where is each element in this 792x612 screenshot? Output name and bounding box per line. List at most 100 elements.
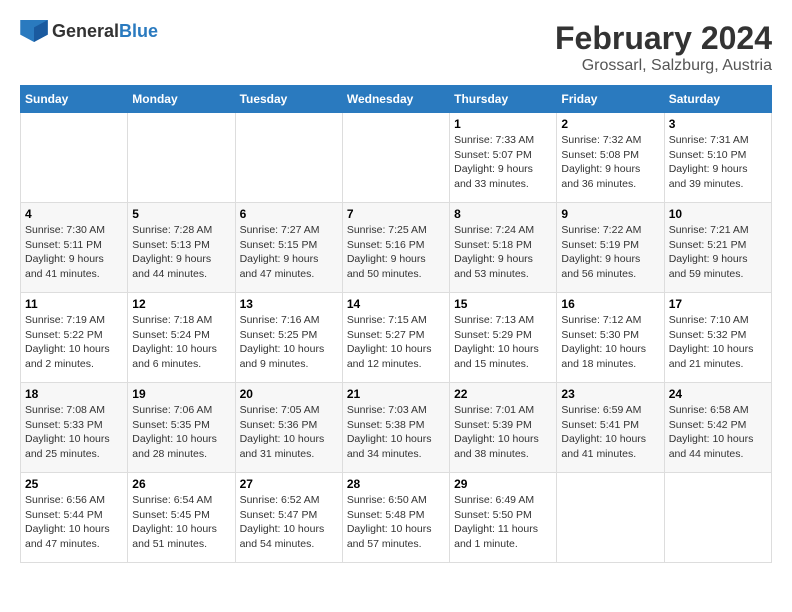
calendar-day-cell (664, 473, 771, 563)
day-number: 11 (25, 297, 123, 311)
day-number: 1 (454, 117, 552, 131)
calendar-week-row: 1 Sunrise: 7:33 AM Sunset: 5:07 PM Daylig… (21, 113, 772, 203)
day-number: 24 (669, 387, 767, 401)
header-saturday: Saturday (664, 86, 771, 113)
day-info: Sunrise: 6:59 AM Sunset: 5:41 PM Dayligh… (561, 403, 659, 462)
page-header: General Blue February 2024 Grossarl, Sal… (20, 20, 772, 75)
calendar-day-cell: 12 Sunrise: 7:18 AM Sunset: 5:24 PM Dayli… (128, 293, 235, 383)
day-number: 27 (240, 477, 338, 491)
day-number: 17 (669, 297, 767, 311)
calendar-day-cell: 26 Sunrise: 6:54 AM Sunset: 5:45 PM Dayli… (128, 473, 235, 563)
header-wednesday: Wednesday (342, 86, 449, 113)
calendar-day-cell: 24 Sunrise: 6:58 AM Sunset: 5:42 PM Dayli… (664, 383, 771, 473)
calendar-day-cell: 27Sunrise: 6:52 AM Sunset: 5:47 PM Dayli… (235, 473, 342, 563)
day-number: 9 (561, 207, 659, 221)
calendar-day-cell: 5Sunrise: 7:28 AM Sunset: 5:13 PM Daylig… (128, 203, 235, 293)
day-number: 29 (454, 477, 552, 491)
calendar-day-cell: 19 Sunrise: 7:06 AM Sunset: 5:35 PM Dayli… (128, 383, 235, 473)
day-info: Sunrise: 7:18 AM Sunset: 5:24 PM Dayligh… (132, 313, 230, 372)
day-info: Sunrise: 7:05 AM Sunset: 5:36 PM Dayligh… (240, 403, 338, 462)
calendar-day-cell: 18Sunrise: 7:08 AM Sunset: 5:33 PM Dayli… (21, 383, 128, 473)
day-number: 4 (25, 207, 123, 221)
calendar-day-cell (128, 113, 235, 203)
day-number: 28 (347, 477, 445, 491)
calendar-day-cell (235, 113, 342, 203)
day-number: 7 (347, 207, 445, 221)
day-info: Sunrise: 7:24 AM Sunset: 5:18 PM Dayligh… (454, 223, 552, 282)
header-friday: Friday (557, 86, 664, 113)
calendar-day-cell (342, 113, 449, 203)
calendar-day-cell: 29 Sunrise: 6:49 AM Sunset: 5:50 PM Dayli… (450, 473, 557, 563)
calendar-body: 1 Sunrise: 7:33 AM Sunset: 5:07 PM Daylig… (21, 113, 772, 563)
calendar-day-cell: 25Sunrise: 6:56 AM Sunset: 5:44 PM Dayli… (21, 473, 128, 563)
day-info: Sunrise: 7:25 AM Sunset: 5:16 PM Dayligh… (347, 223, 445, 282)
day-number: 14 (347, 297, 445, 311)
calendar-day-cell: 7 Sunrise: 7:25 AM Sunset: 5:16 PM Daylig… (342, 203, 449, 293)
calendar-day-cell: 2 Sunrise: 7:32 AM Sunset: 5:08 PM Daylig… (557, 113, 664, 203)
calendar-day-cell: 8 Sunrise: 7:24 AM Sunset: 5:18 PM Daylig… (450, 203, 557, 293)
header-tuesday: Tuesday (235, 86, 342, 113)
logo-icon (20, 20, 48, 42)
day-info: Sunrise: 7:31 AM Sunset: 5:10 PM Dayligh… (669, 133, 767, 192)
calendar-day-cell: 1 Sunrise: 7:33 AM Sunset: 5:07 PM Daylig… (450, 113, 557, 203)
calendar-day-cell: 20 Sunrise: 7:05 AM Sunset: 5:36 PM Dayli… (235, 383, 342, 473)
calendar-day-cell: 23 Sunrise: 6:59 AM Sunset: 5:41 PM Dayli… (557, 383, 664, 473)
day-info: Sunrise: 7:12 AM Sunset: 5:30 PM Dayligh… (561, 313, 659, 372)
day-info: Sunrise: 7:13 AM Sunset: 5:29 PM Dayligh… (454, 313, 552, 372)
day-number: 12 (132, 297, 230, 311)
day-info: Sunrise: 6:50 AM Sunset: 5:48 PM Dayligh… (347, 493, 445, 552)
header-sunday: Sunday (21, 86, 128, 113)
calendar-subtitle: Grossarl, Salzburg, Austria (555, 57, 772, 75)
day-number: 13 (240, 297, 338, 311)
calendar-day-cell (557, 473, 664, 563)
calendar-day-cell: 6Sunrise: 7:27 AM Sunset: 5:15 PM Daylig… (235, 203, 342, 293)
day-info: Sunrise: 7:10 AM Sunset: 5:32 PM Dayligh… (669, 313, 767, 372)
day-number: 19 (132, 387, 230, 401)
day-info: Sunrise: 7:16 AM Sunset: 5:25 PM Dayligh… (240, 313, 338, 372)
day-number: 26 (132, 477, 230, 491)
calendar-day-cell: 16 Sunrise: 7:12 AM Sunset: 5:30 PM Dayli… (557, 293, 664, 383)
day-number: 22 (454, 387, 552, 401)
calendar-day-cell: 28 Sunrise: 6:50 AM Sunset: 5:48 PM Dayli… (342, 473, 449, 563)
calendar-day-cell (21, 113, 128, 203)
day-info: Sunrise: 7:33 AM Sunset: 5:07 PM Dayligh… (454, 133, 552, 192)
calendar-week-row: 25Sunrise: 6:56 AM Sunset: 5:44 PM Dayli… (21, 473, 772, 563)
header-monday: Monday (128, 86, 235, 113)
title-area: February 2024 Grossarl, Salzburg, Austri… (555, 20, 772, 75)
day-info: Sunrise: 7:22 AM Sunset: 5:19 PM Dayligh… (561, 223, 659, 282)
day-info: Sunrise: 7:01 AM Sunset: 5:39 PM Dayligh… (454, 403, 552, 462)
calendar-day-cell: 21Sunrise: 7:03 AM Sunset: 5:38 PM Dayli… (342, 383, 449, 473)
day-info: Sunrise: 7:15 AM Sunset: 5:27 PM Dayligh… (347, 313, 445, 372)
logo: General Blue (20, 20, 158, 42)
calendar-week-row: 4Sunrise: 7:30 AM Sunset: 5:11 PM Daylig… (21, 203, 772, 293)
calendar-table: Sunday Monday Tuesday Wednesday Thursday… (20, 85, 772, 563)
day-number: 10 (669, 207, 767, 221)
day-info: Sunrise: 7:06 AM Sunset: 5:35 PM Dayligh… (132, 403, 230, 462)
day-number: 3 (669, 117, 767, 131)
calendar-day-cell: 4Sunrise: 7:30 AM Sunset: 5:11 PM Daylig… (21, 203, 128, 293)
day-number: 2 (561, 117, 659, 131)
calendar-day-cell: 14 Sunrise: 7:15 AM Sunset: 5:27 PM Dayli… (342, 293, 449, 383)
day-info: Sunrise: 6:58 AM Sunset: 5:42 PM Dayligh… (669, 403, 767, 462)
day-number: 16 (561, 297, 659, 311)
calendar-week-row: 18Sunrise: 7:08 AM Sunset: 5:33 PM Dayli… (21, 383, 772, 473)
day-info: Sunrise: 7:21 AM Sunset: 5:21 PM Dayligh… (669, 223, 767, 282)
day-number: 8 (454, 207, 552, 221)
day-info: Sunrise: 6:54 AM Sunset: 5:45 PM Dayligh… (132, 493, 230, 552)
day-number: 21 (347, 387, 445, 401)
logo-blue-text: Blue (119, 21, 158, 42)
day-number: 23 (561, 387, 659, 401)
logo-general-text: General (52, 21, 119, 42)
calendar-day-cell: 13 Sunrise: 7:16 AM Sunset: 5:25 PM Dayli… (235, 293, 342, 383)
calendar-week-row: 11Sunrise: 7:19 AM Sunset: 5:22 PM Dayli… (21, 293, 772, 383)
calendar-day-cell: 15Sunrise: 7:13 AM Sunset: 5:29 PM Dayli… (450, 293, 557, 383)
calendar-title: February 2024 (555, 20, 772, 57)
calendar-header: Sunday Monday Tuesday Wednesday Thursday… (21, 86, 772, 113)
day-number: 20 (240, 387, 338, 401)
day-info: Sunrise: 6:49 AM Sunset: 5:50 PM Dayligh… (454, 493, 552, 552)
day-info: Sunrise: 7:08 AM Sunset: 5:33 PM Dayligh… (25, 403, 123, 462)
calendar-day-cell: 10 Sunrise: 7:21 AM Sunset: 5:21 PM Dayli… (664, 203, 771, 293)
day-number: 5 (132, 207, 230, 221)
day-info: Sunrise: 7:32 AM Sunset: 5:08 PM Dayligh… (561, 133, 659, 192)
calendar-day-cell: 17 Sunrise: 7:10 AM Sunset: 5:32 PM Dayli… (664, 293, 771, 383)
